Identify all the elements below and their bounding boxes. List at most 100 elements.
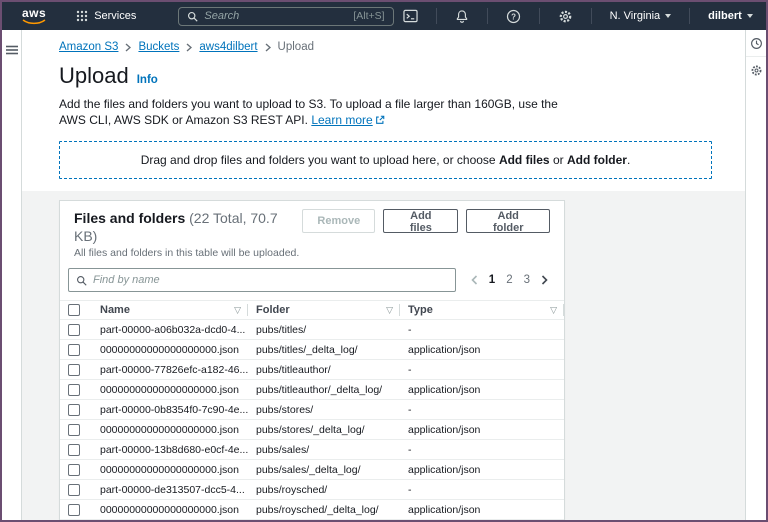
- table-row[interactable]: 00000000000000000000.json pubs/sales/_de…: [60, 460, 564, 480]
- description-text: Add the files and folders you want to up…: [59, 97, 558, 127]
- search-input[interactable]: [204, 10, 348, 22]
- content-section: Files and folders (22 Total, 70.7 KB) Al…: [22, 191, 745, 520]
- sort-icon[interactable]: ▽: [386, 305, 393, 316]
- main-content: Amazon S3 Buckets aws4dilbert Upload Upl…: [22, 30, 745, 520]
- file-folder: pubs/titles/: [256, 323, 307, 336]
- breadcrumb-link-amazon-s3[interactable]: Amazon S3: [59, 41, 118, 53]
- question-icon: ?: [506, 9, 520, 23]
- file-name: part-00000-a06b032a-dcd0-4...: [100, 323, 246, 336]
- cloudshell-button[interactable]: [394, 9, 427, 23]
- row-checkbox[interactable]: [68, 423, 80, 436]
- table-row[interactable]: part-00000-13b8d680-e0cf-4e... pubs/sale…: [60, 440, 564, 460]
- row-checkbox[interactable]: [68, 363, 80, 376]
- file-folder: pubs/sales/: [256, 443, 310, 456]
- aws-logo-text: aws: [22, 6, 47, 20]
- sort-icon[interactable]: ▽: [234, 305, 241, 316]
- row-checkbox[interactable]: [68, 383, 80, 396]
- global-search[interactable]: [Alt+S]: [178, 6, 394, 26]
- next-page-button[interactable]: [541, 275, 548, 285]
- settings-button[interactable]: [549, 9, 582, 24]
- select-all-checkbox[interactable]: [68, 304, 80, 316]
- region-selector[interactable]: N. Virginia: [601, 10, 681, 22]
- remove-button[interactable]: Remove: [302, 209, 376, 233]
- table-row[interactable]: 00000000000000000000.json pubs/stores/_d…: [60, 420, 564, 440]
- file-name: 00000000000000000000.json: [100, 343, 239, 356]
- row-checkbox[interactable]: [68, 503, 80, 516]
- grid-icon: [76, 10, 88, 22]
- file-name: 00000000000000000000.json: [100, 423, 239, 436]
- file-type: -: [408, 443, 412, 456]
- table-row[interactable]: part-00000-77826efc-a182-46... pubs/titl…: [60, 360, 564, 380]
- row-checkbox[interactable]: [68, 483, 80, 496]
- page-number-1[interactable]: 1: [489, 274, 495, 286]
- region-label: N. Virginia: [609, 10, 661, 22]
- row-checkbox[interactable]: [68, 463, 80, 476]
- file-folder: pubs/titles/_delta_log/: [256, 343, 358, 356]
- browser-window: aws Services [Alt+S] ?: [0, 0, 768, 522]
- file-folder: pubs/stores/_delta_log/: [256, 423, 365, 436]
- file-name: part-00000-77826efc-a182-46...: [100, 363, 248, 376]
- sort-icon[interactable]: ▽: [550, 305, 557, 316]
- clock-icon: [750, 37, 762, 49]
- add-files-button[interactable]: Add files: [383, 209, 459, 234]
- nav-divider: [590, 8, 592, 24]
- page-number-3[interactable]: 3: [524, 274, 530, 286]
- table-row[interactable]: 00000000000000000000.json pubs/titles/_d…: [60, 340, 564, 360]
- chevron-down-icon: [665, 14, 672, 18]
- chevron-right-icon: [186, 42, 193, 52]
- file-type: application/json: [408, 343, 481, 356]
- aws-smile-icon: [22, 19, 46, 25]
- file-type: application/json: [408, 383, 481, 396]
- sidebar-toggle-button[interactable]: [5, 37, 18, 63]
- file-type: -: [408, 403, 412, 416]
- file-name: 00000000000000000000.json: [100, 503, 239, 516]
- chevron-right-icon: [125, 42, 132, 52]
- find-by-name-input[interactable]: [93, 274, 448, 286]
- search-icon: [188, 11, 199, 22]
- previous-page-button[interactable]: [471, 275, 478, 285]
- file-type: application/json: [408, 463, 481, 476]
- file-type: -: [408, 363, 412, 376]
- page-title: Upload: [59, 63, 129, 88]
- table-row[interactable]: part-00000-a06b032a-dcd0-4... pubs/title…: [60, 320, 564, 340]
- notifications-button[interactable]: [446, 9, 478, 24]
- account-menu[interactable]: dilbert: [699, 10, 762, 22]
- gear-icon: [559, 10, 571, 22]
- row-checkbox[interactable]: [68, 443, 80, 456]
- help-button[interactable]: ?: [497, 9, 530, 24]
- table-row[interactable]: part-00000-0b8354f0-7c90-4e... pubs/stor…: [60, 400, 564, 420]
- hamburger-icon: [5, 45, 18, 55]
- row-checkbox[interactable]: [68, 403, 80, 416]
- chevron-right-icon: [265, 42, 271, 52]
- file-folder: pubs/roysched/: [256, 483, 328, 496]
- search-icon: [77, 275, 87, 286]
- table-row[interactable]: 00000000000000000000.json pubs/roysched/…: [60, 500, 564, 520]
- table-row[interactable]: 00000000000000000000.json pubs/titleauth…: [60, 380, 564, 400]
- breadcrumb-link-bucket-name[interactable]: aws4dilbert: [199, 41, 257, 53]
- history-panel-button[interactable]: [746, 30, 766, 56]
- drag-drop-zone[interactable]: Drag and drop files and folders you want…: [59, 141, 712, 179]
- aws-logo[interactable]: aws: [22, 7, 46, 25]
- row-checkbox[interactable]: [68, 323, 80, 336]
- page-number-2[interactable]: 2: [506, 274, 512, 286]
- column-header-folder: Folder ▽: [248, 301, 400, 319]
- external-link-icon: [375, 115, 385, 125]
- right-sidebar-rail: [745, 30, 766, 520]
- row-checkbox[interactable]: [68, 343, 80, 356]
- breadcrumb-link-buckets[interactable]: Buckets: [138, 41, 179, 53]
- nav-divider: [435, 8, 437, 24]
- table-row[interactable]: part-00000-de313507-dcc5-4... pubs/roysc…: [60, 480, 564, 500]
- filter-box[interactable]: [68, 268, 456, 292]
- left-sidebar-rail: [2, 30, 22, 520]
- file-type: -: [408, 483, 412, 496]
- breadcrumb-current-page: Upload: [277, 41, 314, 53]
- file-folder: pubs/titleauthor/: [256, 363, 331, 376]
- learn-more-link[interactable]: Learn more: [311, 113, 372, 127]
- services-label: Services: [94, 10, 137, 22]
- services-menu[interactable]: Services: [76, 10, 136, 22]
- tools-panel-button[interactable]: [746, 57, 766, 83]
- panel-subtitle: All files and folders in this table will…: [74, 247, 300, 259]
- add-folder-button[interactable]: Add folder: [466, 209, 550, 234]
- info-link[interactable]: Info: [137, 74, 158, 86]
- cloudshell-terminal-icon: [402, 9, 418, 23]
